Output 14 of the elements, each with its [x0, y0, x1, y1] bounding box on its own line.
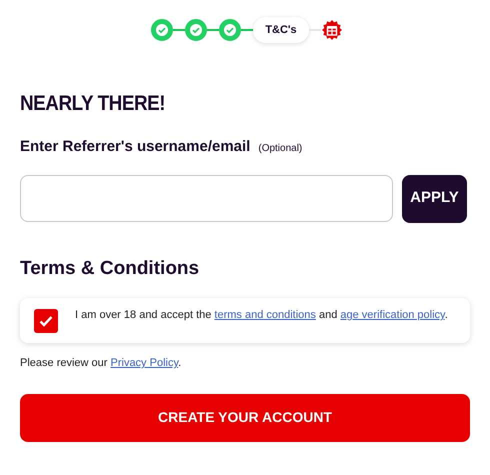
create-account-button[interactable]: CREATE YOUR ACCOUNT [20, 394, 470, 442]
privacy-sentence: Please review our Privacy Policy. [20, 356, 182, 371]
text-link[interactable]: age verification policy [340, 309, 445, 321]
terms-sentence: I am over 18 and accept the terms and conditions and age verification policy. [75, 308, 448, 322]
referrer-input[interactable] [20, 174, 393, 222]
text-link[interactable]: terms and conditions [214, 309, 316, 321]
optional-note: (Optional) [258, 142, 302, 156]
text-link[interactable]: Privacy Policy [110, 357, 178, 369]
apply-button[interactable]: APPLY [402, 174, 467, 222]
current-step-pill: T&C's [253, 16, 309, 44]
field-label: Enter Referrer's username/email [20, 137, 250, 157]
section-heading: Terms & Conditions [20, 256, 200, 280]
page-heading: NEARLY THERE! [20, 92, 166, 116]
checkbox[interactable] [34, 309, 58, 333]
